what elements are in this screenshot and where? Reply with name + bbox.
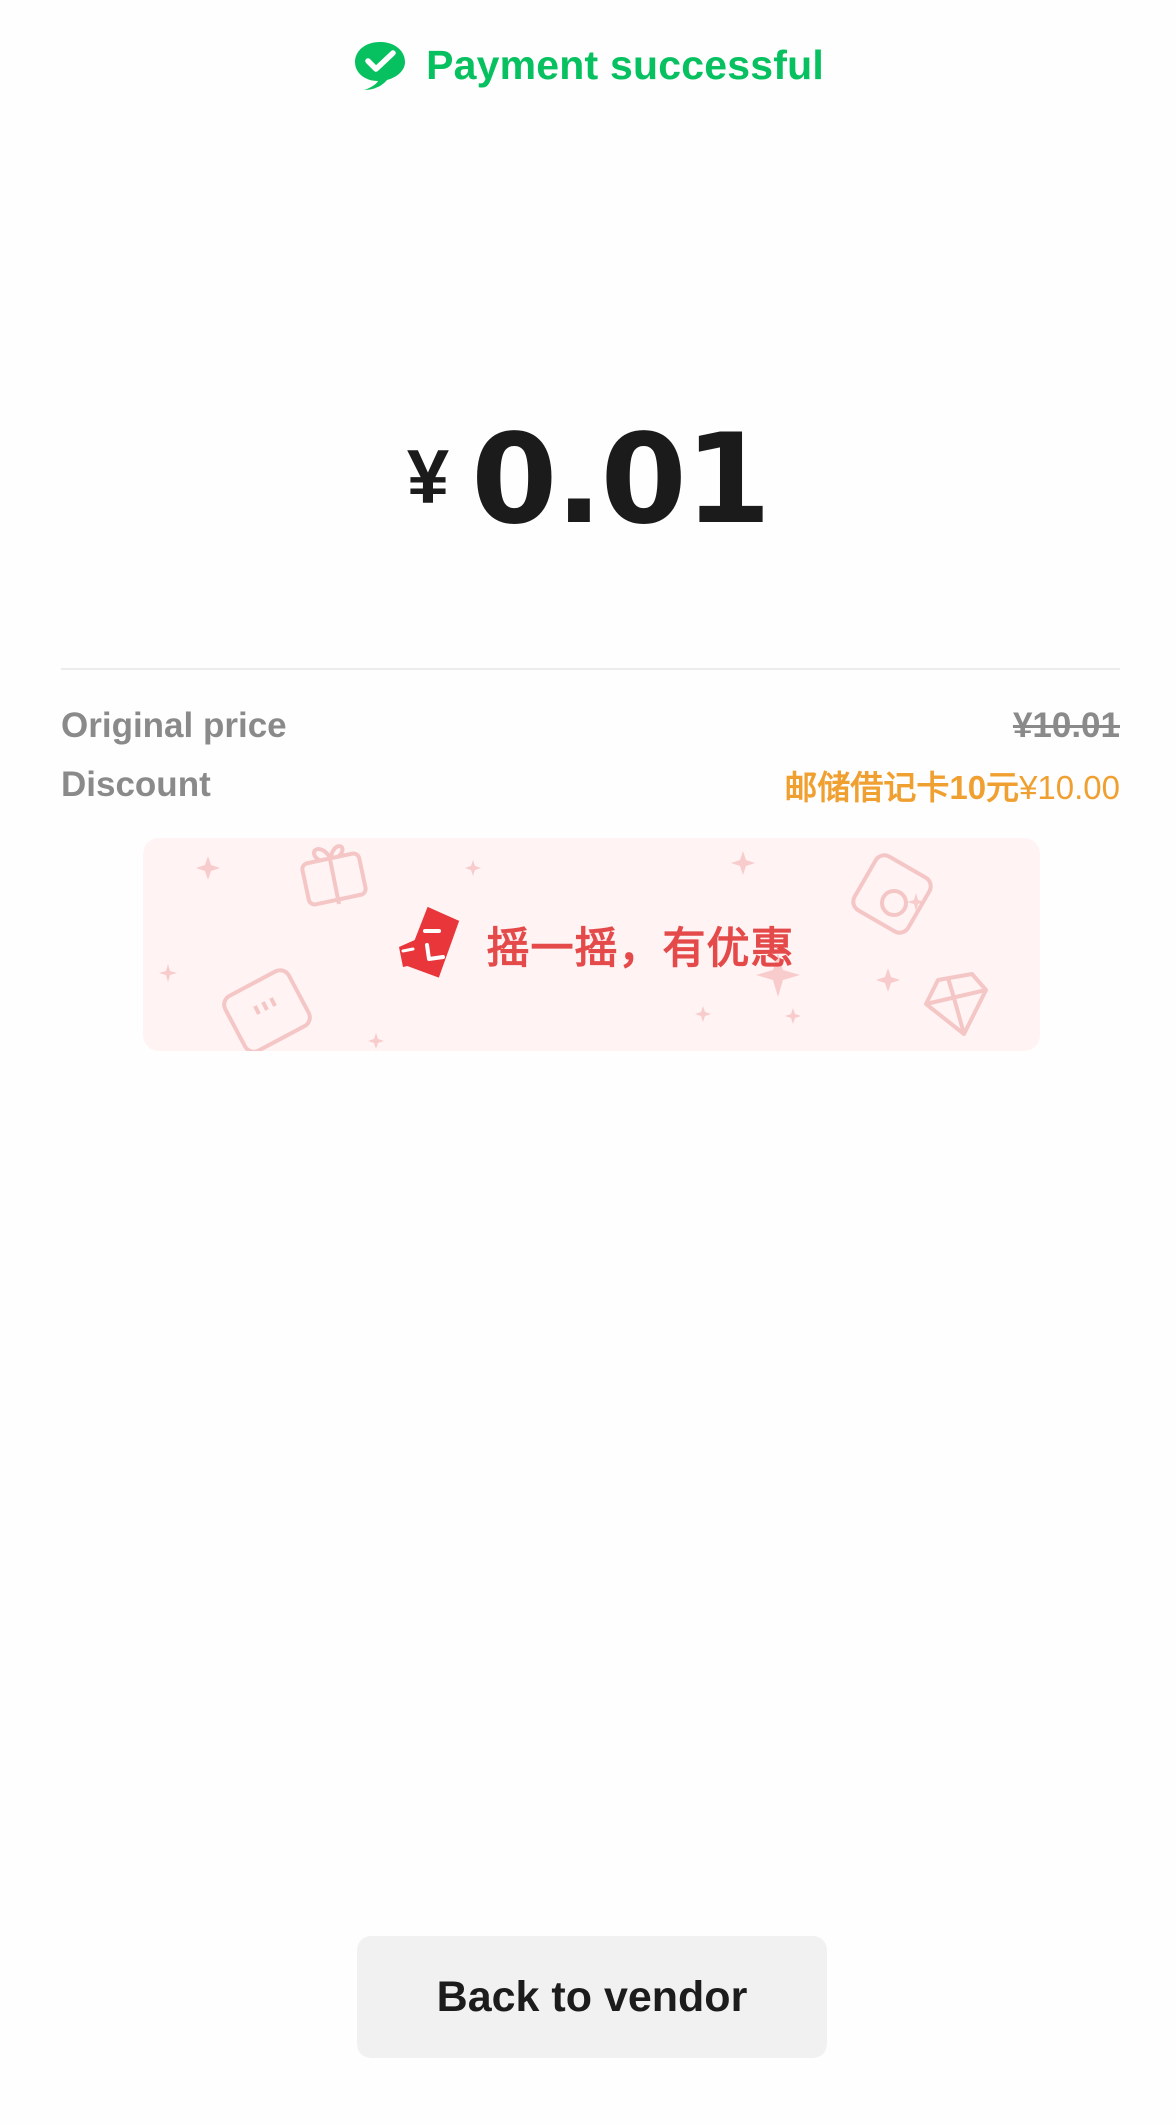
shake-phone-icon <box>398 906 459 978</box>
discount-row: Discount 邮储借记卡10元 ¥10.00 <box>61 763 1120 807</box>
discount-amount: ¥10.00 <box>1019 769 1120 806</box>
original-price-label: Original price <box>61 706 287 745</box>
paid-amount: ¥ 0.01 <box>0 418 1176 548</box>
currency-symbol: ¥ <box>406 435 450 520</box>
payment-status-title: Payment successful <box>426 41 824 88</box>
wechat-pay-check-icon <box>355 42 406 90</box>
back-to-vendor-button[interactable]: Back to vendor <box>357 1936 827 2058</box>
original-price-row: Original price ¥10.01 <box>61 704 1120 748</box>
shake-promo-banner[interactable]: 摇一摇，有优惠 <box>143 838 1040 1051</box>
banner-content: 摇一摇，有优惠 <box>143 838 1040 1051</box>
original-price-value: ¥10.01 <box>1012 706 1120 745</box>
amount-value: 0.01 <box>471 408 771 552</box>
discount-value: 邮储借记卡10元 ¥10.00 <box>784 761 1120 809</box>
divider <box>61 668 1120 670</box>
discount-label: Discount <box>61 765 211 804</box>
shake-promo-text: 摇一摇，有优惠 <box>486 924 795 973</box>
page-header: Payment successful <box>0 34 1176 96</box>
discount-card-name: 邮储借记卡10元 <box>784 769 1020 806</box>
